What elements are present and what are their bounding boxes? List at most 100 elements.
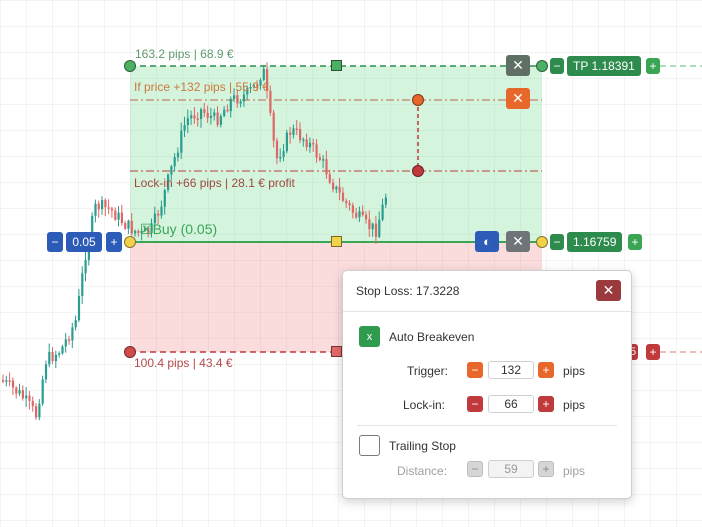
candle-body xyxy=(308,142,312,148)
close-icon: ✕ xyxy=(512,233,524,249)
lockin-input[interactable]: 66 xyxy=(488,395,534,413)
candle-body xyxy=(384,197,387,205)
candle-body xyxy=(183,124,186,131)
candle-body xyxy=(209,115,213,118)
entry-minus-button[interactable]: − xyxy=(550,234,564,250)
trigger-plus-button[interactable]: + xyxy=(538,362,554,378)
entry-close-button[interactable]: ✕ xyxy=(506,231,530,252)
candle-body xyxy=(219,116,222,125)
candle-body xyxy=(130,220,133,234)
candle-body xyxy=(81,273,84,297)
tp-plus-button[interactable]: + xyxy=(646,58,660,74)
candle-body xyxy=(223,109,226,117)
candle-body xyxy=(176,152,180,158)
trigger-input[interactable]: 132 xyxy=(488,361,534,379)
trigger-handle[interactable] xyxy=(412,94,424,106)
lockin-handle[interactable] xyxy=(412,165,424,177)
candle-body xyxy=(61,346,64,354)
close-icon: ✕ xyxy=(512,57,524,73)
close-icon: ✕ xyxy=(602,282,615,298)
candle-body xyxy=(28,395,31,401)
candle-body xyxy=(341,192,345,201)
lockin-plus-button[interactable]: + xyxy=(538,396,554,412)
distance-input[interactable]: 59 xyxy=(488,460,534,478)
distance-label: Distance: xyxy=(397,464,448,478)
candle-body xyxy=(41,379,44,404)
candle-body xyxy=(322,159,325,161)
candle-body xyxy=(351,205,354,213)
candle-body xyxy=(84,260,87,274)
trigger-info: If price +132 pips | 55.9 € xyxy=(134,80,269,94)
candle-body xyxy=(272,112,275,141)
trigger-label: Trigger: xyxy=(407,364,448,378)
trigger-unit: pips xyxy=(563,364,586,378)
distance-plus-button[interactable]: + xyxy=(538,461,554,477)
lot-plus-button[interactable]: + xyxy=(106,232,122,252)
candle-body xyxy=(262,69,265,80)
tp-right-handle[interactable] xyxy=(536,60,548,72)
tp-info: 163.2 pips | 68.9 € xyxy=(135,47,234,61)
candle-body xyxy=(120,212,123,224)
candle-body xyxy=(305,139,308,148)
lot-size-value[interactable]: 0.05 xyxy=(66,232,102,252)
candle-body xyxy=(44,364,48,380)
candle-body xyxy=(269,90,272,113)
candle-body xyxy=(94,203,97,216)
candle-body xyxy=(216,112,219,125)
candle-body xyxy=(104,200,107,208)
entry-right-handle[interactable] xyxy=(536,236,548,248)
candle-body xyxy=(186,118,189,125)
auto-breakeven-checkbox[interactable]: x xyxy=(359,326,380,347)
candle-body xyxy=(110,208,114,211)
lockin-label: Lock-in: xyxy=(403,398,446,412)
lockin-info: Lock-in +66 pips | 28.1 € profit xyxy=(134,176,295,190)
candle-body xyxy=(196,118,199,120)
tp-close-button[interactable]: ✕ xyxy=(506,55,530,76)
panel-toggle-button[interactable]: ◐ xyxy=(475,231,499,252)
candle-body xyxy=(124,223,127,229)
candle-body xyxy=(107,207,110,209)
trigger-close-button[interactable]: ✕ xyxy=(506,88,530,109)
lockin-unit: pips xyxy=(563,398,586,412)
candle-body xyxy=(282,151,285,158)
candle-body xyxy=(275,140,279,159)
candle-body xyxy=(289,132,292,135)
entry-left-handle[interactable] xyxy=(124,236,136,248)
theme-icon: ◐ xyxy=(483,234,491,249)
tp-drag-handle[interactable] xyxy=(331,60,342,71)
entry-plus-button[interactable]: + xyxy=(628,234,642,250)
candle-body xyxy=(48,351,51,365)
tp-minus-button[interactable]: − xyxy=(550,58,564,74)
candle-body xyxy=(338,186,341,193)
candle-body xyxy=(101,200,104,210)
auto-breakeven-label: Auto Breakeven xyxy=(389,330,475,344)
candle-body xyxy=(157,213,160,216)
candle-body xyxy=(229,98,232,112)
entry-label: ☒Buy (0.05) xyxy=(140,221,218,237)
trailing-stop-checkbox[interactable] xyxy=(359,435,380,456)
distance-minus-button[interactable]: − xyxy=(467,461,483,477)
trailing-stop-label: Trailing Stop xyxy=(389,439,456,453)
sl-drag-handle[interactable] xyxy=(331,346,342,357)
candle-body xyxy=(335,186,338,190)
tp-left-handle[interactable] xyxy=(124,60,136,72)
candle-body xyxy=(64,339,67,347)
candle-body xyxy=(68,339,71,341)
close-icon: ✕ xyxy=(512,90,524,106)
candle-body xyxy=(368,219,371,230)
candle-body xyxy=(200,109,203,120)
lockin-minus-button[interactable]: − xyxy=(467,396,483,412)
sl-plus-button[interactable]: + xyxy=(646,344,660,360)
candle-body xyxy=(348,203,351,206)
panel-close-button[interactable]: ✕ xyxy=(596,280,621,301)
entry-price-label: 1.16759 xyxy=(567,232,623,252)
candle-body xyxy=(25,395,28,399)
sl-info: 100.4 pips | 43.4 € xyxy=(134,356,233,370)
lot-minus-button[interactable]: − xyxy=(47,232,63,252)
candle-body xyxy=(378,219,381,237)
candle-body xyxy=(193,115,196,119)
entry-drag-handle[interactable] xyxy=(331,236,342,247)
candle-body xyxy=(292,128,295,135)
candle-body xyxy=(170,166,173,175)
trigger-minus-button[interactable]: − xyxy=(467,362,483,378)
